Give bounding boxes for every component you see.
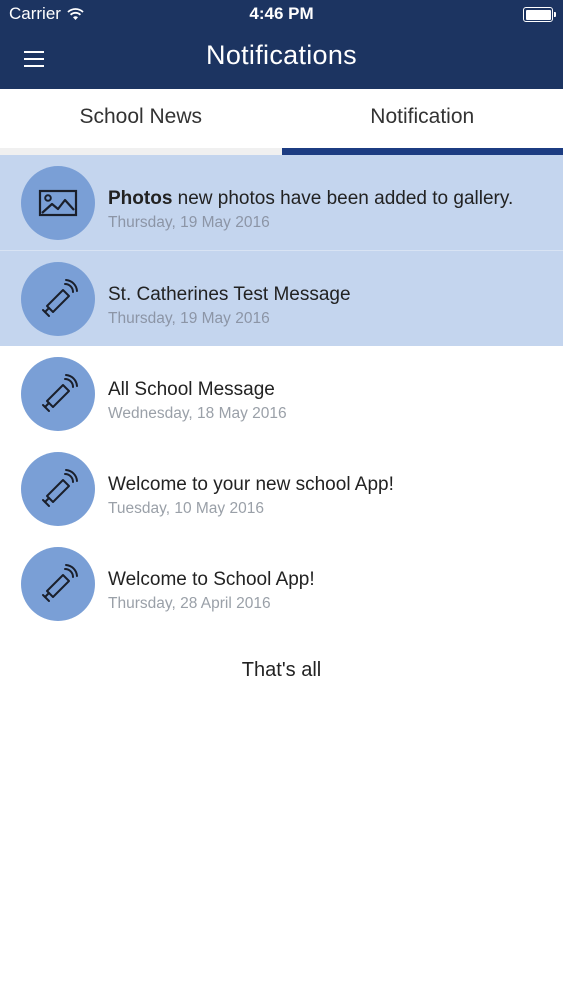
- notification-item[interactable]: Welcome to your new school App! Tuesday,…: [0, 441, 563, 536]
- notification-item[interactable]: Photos new photos have been added to gal…: [0, 155, 563, 250]
- page-title: Notifications: [206, 40, 357, 70]
- notification-date: Tuesday, 10 May 2016: [108, 500, 264, 517]
- notification-title: St. Catherines Test Message: [108, 284, 351, 305]
- notification-text: Photos new photos have been added to gal…: [108, 188, 553, 232]
- notification-text: Welcome to your new school App! Tuesday,…: [108, 474, 553, 518]
- notification-item[interactable]: All School Message Wednesday, 18 May 201…: [0, 346, 563, 441]
- photo-icon: [21, 166, 95, 240]
- megaphone-icon: [21, 547, 95, 621]
- tab-label: Notification: [370, 105, 475, 128]
- notification-title-rest: new photos have been added to gallery.: [172, 188, 514, 209]
- tab-school-news[interactable]: School News: [0, 89, 282, 155]
- notification-text: St. Catherines Test Message Thursday, 19…: [108, 284, 553, 328]
- tab-indicator-active: [281, 148, 563, 155]
- notification-item[interactable]: St. Catherines Test Message Thursday, 19…: [0, 250, 563, 346]
- megaphone-icon: [21, 262, 95, 336]
- notification-date: Thursday, 19 May 2016: [108, 214, 270, 231]
- screen: Carrier 4:46 PM Notifications School New…: [0, 0, 563, 1000]
- megaphone-icon: [21, 357, 95, 431]
- notification-date: Thursday, 19 May 2016: [108, 310, 270, 327]
- nav-bar: Notifications: [0, 28, 563, 89]
- notification-date: Thursday, 28 April 2016: [108, 595, 271, 612]
- notification-text: All School Message Wednesday, 18 May 201…: [108, 379, 553, 423]
- tab-bar: School News Notification: [0, 89, 563, 155]
- notification-title: Welcome to your new school App!: [108, 474, 394, 495]
- tab-notification[interactable]: Notification: [281, 89, 563, 155]
- tab-label: School News: [79, 105, 203, 128]
- notification-text: Welcome to School App! Thursday, 28 Apri…: [108, 569, 553, 613]
- notification-list: Photos new photos have been added to gal…: [0, 155, 563, 631]
- notification-item[interactable]: Welcome to School App! Thursday, 28 Apri…: [0, 536, 563, 631]
- notification-date: Wednesday, 18 May 2016: [108, 405, 287, 422]
- notification-title: All School Message: [108, 379, 275, 400]
- tab-indicator: [0, 148, 282, 155]
- battery-icon: [523, 7, 556, 22]
- notification-title: Photos new photos have been added to gal…: [108, 188, 553, 210]
- top-bar: Carrier 4:46 PM Notifications: [0, 0, 563, 89]
- notification-title-bold: Photos: [108, 188, 173, 209]
- status-bar: Carrier 4:46 PM: [0, 0, 563, 28]
- notification-title: Welcome to School App!: [108, 569, 315, 590]
- megaphone-icon: [21, 452, 95, 526]
- end-of-list-label: That's all: [241, 659, 322, 681]
- status-time: 4:46 PM: [249, 4, 314, 23]
